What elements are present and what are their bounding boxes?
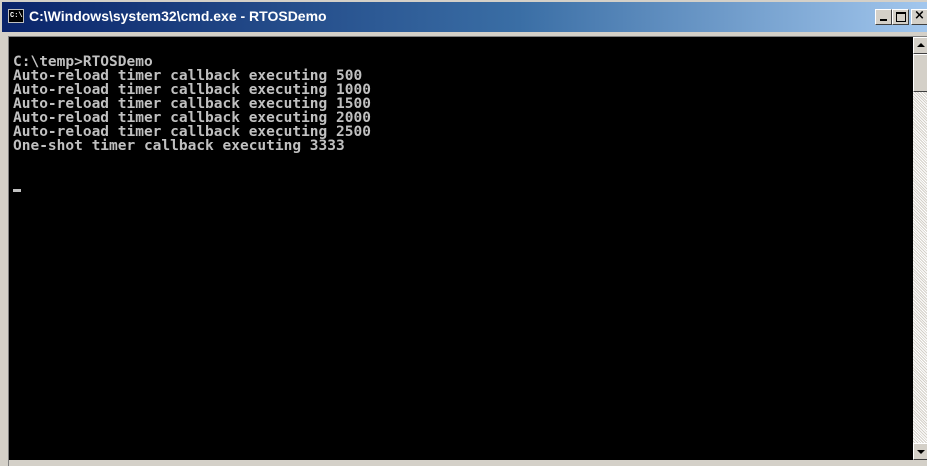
scroll-down-arrow-icon xyxy=(917,450,925,454)
close-button[interactable]: × xyxy=(911,8,927,25)
console-line: One-shot timer callback executing 3333 xyxy=(13,138,345,154)
console-output[interactable]: C:\temp>RTOSDemo Auto-reload timer callb… xyxy=(9,37,913,460)
console-window: C:\ C:\Windows\system32\cmd.exe - RTOSDe… xyxy=(0,0,927,466)
minimize-button[interactable] xyxy=(875,9,892,25)
window-title: C:\Windows\system32\cmd.exe - RTOSDemo xyxy=(29,8,327,24)
console-icon[interactable]: C:\ xyxy=(8,9,24,23)
scroll-thumb[interactable] xyxy=(913,54,927,92)
maximize-icon xyxy=(896,12,906,22)
close-icon: × xyxy=(914,8,925,23)
scroll-up-button[interactable] xyxy=(913,37,927,54)
title-bar[interactable]: C:\ C:\Windows\system32\cmd.exe - RTOSDe… xyxy=(2,2,927,32)
console-icon-label: C:\ xyxy=(10,12,23,20)
minimize-icon xyxy=(880,19,887,21)
text-cursor xyxy=(13,189,21,192)
maximize-button[interactable] xyxy=(892,9,909,25)
scroll-up-arrow-icon xyxy=(917,43,925,47)
terminal-text: C:\temp>RTOSDemo Auto-reload timer callb… xyxy=(13,55,371,154)
scroll-down-button[interactable] xyxy=(913,443,927,460)
vertical-scrollbar[interactable] xyxy=(913,37,927,460)
